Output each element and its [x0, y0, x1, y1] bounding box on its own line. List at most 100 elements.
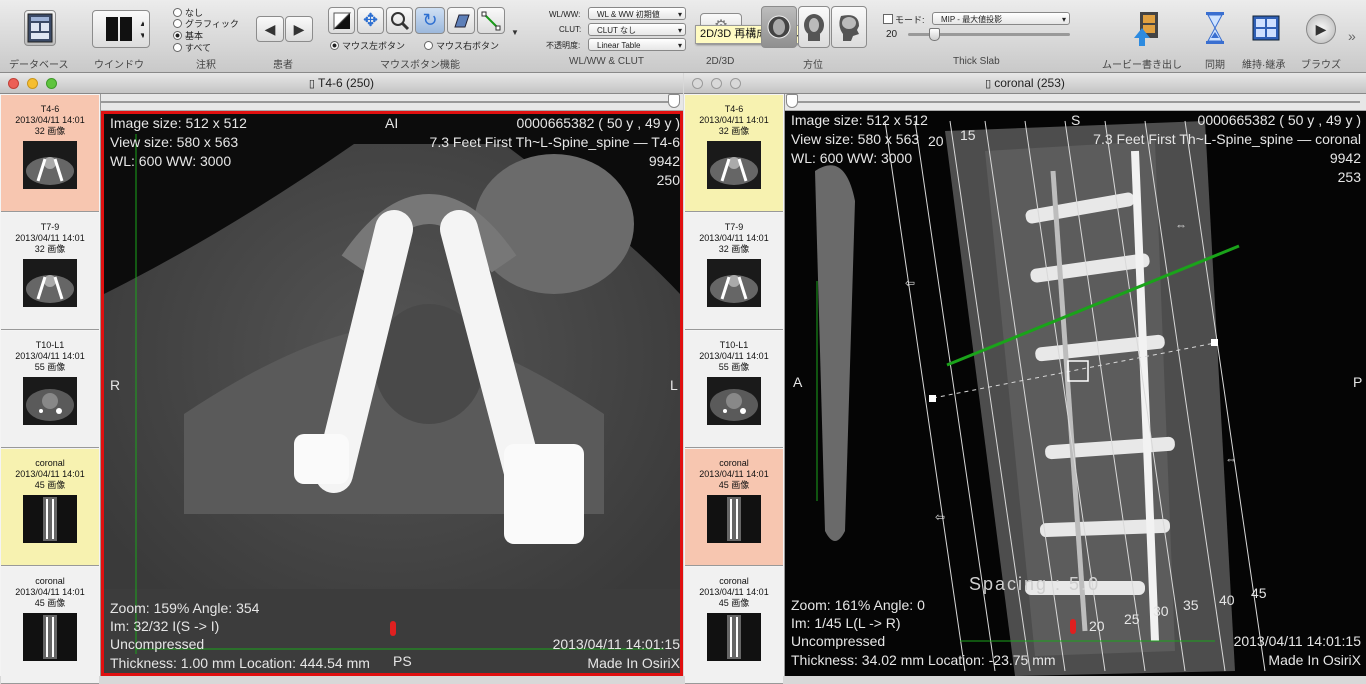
- left-image-index: Im: 32/32 I(S -> I): [110, 618, 220, 634]
- previous-patient-button[interactable]: ◀: [256, 16, 284, 42]
- zoom-window-icon[interactable]: [46, 78, 57, 89]
- right-window-titlebar[interactable]: ▯ coronal (253): [684, 73, 1366, 94]
- scroll-tool-button[interactable]: [447, 7, 475, 34]
- left-image-slider-thumb[interactable]: [668, 94, 680, 108]
- right-image-index: Im: 1/45 L(L -> R): [791, 615, 901, 631]
- orientation-axial-button[interactable]: [761, 6, 797, 48]
- series-thumbnail-image: [23, 259, 77, 307]
- close-window-icon[interactable]: [8, 78, 19, 89]
- right-image-size: Image size: 512 x 512: [791, 112, 928, 128]
- rotate-tool-button[interactable]: ↻: [415, 7, 445, 34]
- orientation-sagittal-button[interactable]: [831, 6, 867, 48]
- slab-value: 20: [886, 29, 898, 40]
- left-series-item-4[interactable]: coronal 2013/04/11 14:01 45 画像: [1, 449, 99, 566]
- right-series-item-2[interactable]: T7-9 2013/04/11 14:01 32 画像: [685, 213, 783, 330]
- close-window-icon[interactable]: [692, 78, 703, 89]
- series-thumbnail-image: [23, 141, 77, 189]
- sync-button[interactable]: [1203, 10, 1227, 48]
- right-series-item-4[interactable]: coronal 2013/04/11 14:01 45 画像: [685, 449, 783, 566]
- left-orient-bottom: PS: [393, 653, 412, 669]
- left-series-item-3[interactable]: T10-L1 2013/04/11 14:01 55 画像: [1, 331, 99, 448]
- right-study-description: 7.3 Feet First Th~L-Spine_spine — corona…: [1093, 131, 1361, 147]
- left-orient-top: AI: [385, 115, 399, 131]
- left-window-titlebar[interactable]: ▯ T4-6 (250): [0, 73, 683, 94]
- measure-tool-button[interactable]: [477, 7, 505, 34]
- left-number-2: 250: [656, 172, 680, 188]
- head-sagittal-icon: [839, 15, 859, 41]
- right-series-item-5[interactable]: coronal 2013/04/11 14:01 45 画像: [685, 567, 783, 684]
- right-zoom: Zoom: 161% Angle: 0: [791, 597, 925, 613]
- opacity-select[interactable]: Linear Table: [588, 38, 686, 52]
- arrow-left-icon: ◀: [264, 20, 276, 37]
- right-compression: Uncompressed: [791, 633, 886, 649]
- left-series-list: T4-6 2013/04/11 14:01 32 画像 T7-9 2013/04/11…: [0, 94, 101, 684]
- left-series-item-1[interactable]: T4-6 2013/04/11 14:01 32 画像: [1, 95, 99, 212]
- left-thickness-location: Thickness: 1.00 mm Location: 444.54 mm: [110, 655, 370, 671]
- group-label-browse: ブラウズ: [1301, 60, 1341, 71]
- slab-mark-20: 20: [1089, 618, 1105, 634]
- movie-export-button[interactable]: [1130, 10, 1162, 48]
- left-date: 2013/04/11 14:01:15: [552, 636, 680, 652]
- left-image-viewer[interactable]: Image size: 512 x 512 View size: 580 x 5…: [101, 111, 683, 676]
- svg-text:▼: ▼: [139, 31, 144, 40]
- wlww-tool-button[interactable]: [328, 7, 355, 34]
- left-image-slider[interactable]: [100, 94, 683, 111]
- right-series-list: T4-6 2013/04/11 14:01 32 画像 T7-9 2013/04/11…: [684, 94, 785, 684]
- mode-checkbox[interactable]: [883, 14, 893, 24]
- left-series-item-2[interactable]: T7-9 2013/04/11 14:01 32 画像: [1, 213, 99, 330]
- move-tool-button[interactable]: ✥: [357, 7, 384, 34]
- group-label-movie: ムービー書き出し: [1102, 60, 1182, 71]
- mouse-tools-more-icon[interactable]: ▼: [511, 28, 519, 37]
- right-wl-ww: WL: 600 WW: 3000: [791, 150, 913, 166]
- svg-text:▲: ▲: [139, 19, 144, 28]
- right-image-slider-thumb[interactable]: [786, 94, 798, 108]
- right-orient-left: A: [793, 374, 803, 390]
- orientation-coronal-button[interactable]: [798, 6, 830, 48]
- series-thumbnail-image: [707, 495, 761, 543]
- left-series-item-5[interactable]: coronal 2013/04/11 14:01 45 画像: [1, 567, 99, 684]
- magnifier-icon: [390, 11, 409, 30]
- group-label-2d3d: 2D/3D: [706, 56, 735, 67]
- browse-play-button[interactable]: ▶: [1306, 14, 1336, 44]
- left-compression: Uncompressed: [110, 636, 205, 652]
- left-number-1: 9942: [648, 153, 680, 169]
- slab-slider-thumb[interactable]: [929, 28, 940, 41]
- wlww-select[interactable]: WL & WW 初期値: [588, 7, 686, 21]
- svg-text:⇔: ⇔: [1225, 452, 1237, 466]
- zoom-tool-button[interactable]: [386, 7, 413, 34]
- right-orient-top: S: [1071, 112, 1081, 128]
- group-label-patient: 患者: [273, 60, 293, 71]
- series-thumbnail-image: [707, 613, 761, 661]
- toolbar-overflow-icon[interactable]: »: [1348, 28, 1356, 44]
- right-image-slider[interactable]: [784, 94, 1366, 111]
- slab-spacing-label: Spacing : 5.0: [969, 574, 1101, 594]
- mode-select[interactable]: MIP - 最大値投影: [932, 12, 1070, 26]
- slab-mark-25: 25: [1124, 611, 1140, 627]
- svg-text:⇦: ⇦: [905, 276, 915, 290]
- next-patient-button[interactable]: ▶: [285, 16, 313, 42]
- slab-top-mark-15: 15: [960, 127, 976, 143]
- document-icon: ▯: [985, 78, 995, 90]
- group-label-sync: 同期: [1205, 60, 1225, 71]
- left-orient-right: L: [670, 377, 678, 393]
- left-study-description: 7.3 Feet First Th~L-Spine_spine — T4-6: [429, 134, 680, 150]
- right-image-viewer[interactable]: ⇦ ⇔ ⇔ ⇦ Spacing : 5.0 20 25 30 35 40 45 …: [785, 111, 1366, 676]
- right-series-item-3[interactable]: T10-L1 2013/04/11 14:01 55 画像: [685, 331, 783, 448]
- group-label-mouse: マウスボタン機能: [380, 60, 460, 71]
- mouse-left-radio[interactable]: マウス左ボタン: [330, 39, 405, 52]
- minimize-window-icon[interactable]: [27, 78, 38, 89]
- stack-icon: [454, 14, 470, 27]
- window-layout-button[interactable]: ▲ ▼: [92, 10, 150, 48]
- series-thumbnail-image: [23, 377, 77, 425]
- clut-select[interactable]: CLUT なし: [588, 23, 686, 37]
- series-thumbnail-image: [707, 377, 761, 425]
- group-label-thickslab: Thick Slab: [953, 56, 1000, 67]
- right-series-item-1[interactable]: T4-6 2013/04/11 14:01 32 画像: [685, 95, 783, 212]
- database-button[interactable]: [24, 10, 56, 46]
- minimize-window-icon[interactable]: [711, 78, 722, 89]
- mouse-right-radio[interactable]: マウス右ボタン: [424, 39, 499, 52]
- keep-settings-button[interactable]: [1252, 13, 1280, 43]
- slab-top-mark-20: 20: [928, 133, 944, 149]
- zoom-window-icon[interactable]: [730, 78, 741, 89]
- annotation-option-all[interactable]: すべて: [173, 41, 211, 54]
